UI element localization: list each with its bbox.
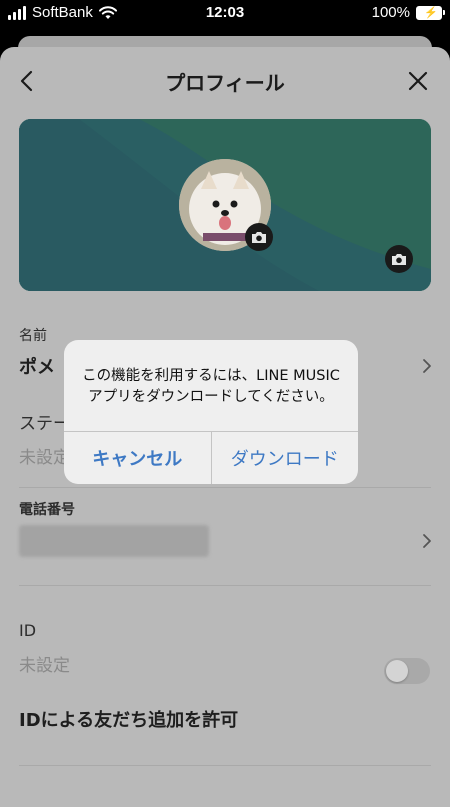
- id-label: ID: [19, 621, 37, 640]
- phone-label: 電話番号: [19, 502, 75, 518]
- page-title: プロフィール: [165, 71, 285, 95]
- camera-icon: [392, 254, 406, 265]
- id-value[interactable]: 未設定: [19, 651, 70, 676]
- phone-value-redacted[interactable]: [19, 525, 209, 557]
- dialog-buttons: キャンセル ダウンロード: [64, 431, 358, 484]
- download-alert-dialog: この機能を利用するには、LINE MUSICアプリをダウンロードしてください。 …: [64, 340, 358, 484]
- status-message-label: ステー: [19, 414, 70, 434]
- close-icon[interactable]: [406, 69, 430, 93]
- chevron-right-icon[interactable]: [422, 533, 432, 549]
- cover-image[interactable]: [19, 119, 431, 291]
- toggle-knob: [386, 660, 408, 682]
- name-label: 名前: [19, 328, 47, 344]
- battery-icon: ⚡: [416, 5, 445, 20]
- avatar-camera-button[interactable]: [245, 223, 273, 251]
- battery-percent: 100%: [371, 4, 410, 21]
- status-message-value[interactable]: 未設定: [19, 443, 70, 468]
- chevron-right-icon[interactable]: [422, 358, 432, 374]
- cover-camera-button[interactable]: [385, 245, 413, 273]
- download-button[interactable]: ダウンロード: [210, 432, 359, 484]
- cancel-button[interactable]: キャンセル: [64, 432, 211, 484]
- dialog-message: この機能を利用するには、LINE MUSICアプリをダウンロードしてください。: [82, 368, 340, 405]
- status-right: 100% ⚡: [371, 4, 445, 21]
- camera-icon: [252, 232, 266, 243]
- allow-add-by-id-toggle[interactable]: [384, 658, 430, 684]
- name-value[interactable]: ポメ: [19, 353, 55, 379]
- allow-add-by-id-label: IDによる友だち追加を許可: [19, 710, 239, 731]
- divider: [19, 487, 431, 488]
- nav-bar: プロフィール: [0, 47, 450, 113]
- status-bar: SoftBank 12:03 100% ⚡: [0, 0, 450, 26]
- divider: [19, 585, 431, 586]
- divider: [19, 765, 431, 766]
